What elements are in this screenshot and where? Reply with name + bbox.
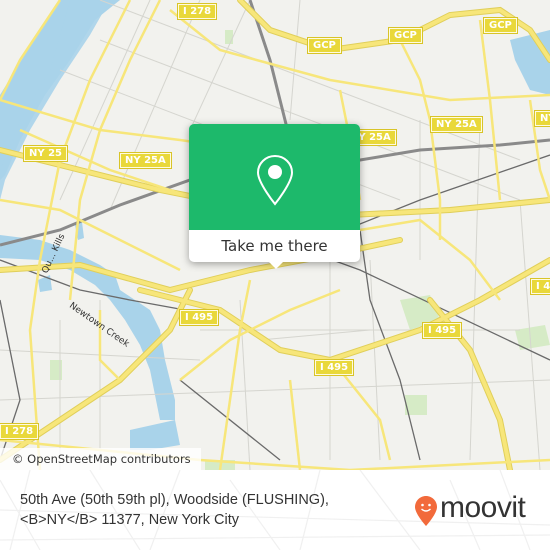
newtown-creek — [0, 235, 175, 420]
road-shield-i278: I 278 — [0, 424, 39, 439]
moovit-wordmark: moovit — [440, 491, 526, 524]
road-shield-ny25a: NY 25A — [431, 117, 482, 132]
road-shield-i278: I 278 — [178, 4, 217, 19]
map-attribution[interactable]: © OpenStreetMap contributors — [0, 448, 201, 470]
address-line-2: <B>NY</B> 11377, New York City — [20, 512, 239, 528]
road-shield-gcp: GCP — [389, 28, 422, 43]
take-me-there-button[interactable]: Take me there — [189, 230, 360, 262]
road-shield-ny25a: NY 25A — [120, 153, 171, 168]
location-pin-icon — [256, 154, 294, 206]
popup-pointer — [267, 260, 285, 269]
road-shield-ny25: NY 25 — [24, 146, 68, 161]
address-line-1: 50th Ave (50th 59th pl), Woodside (FLUSH… — [20, 492, 329, 508]
location-popup: Take me there — [189, 124, 360, 269]
road-shield-i495: I 495 — [315, 360, 354, 375]
address-text: 50th Ave (50th 59th pl), Woodside (FLUSH… — [20, 490, 390, 530]
road-shield-gcp: GCP — [308, 38, 341, 53]
road-shield-i495: I 495 — [531, 279, 550, 294]
road-shield-ny25a: NY 25A — [535, 111, 550, 126]
popup-header — [189, 124, 360, 230]
road-shield-gcp: GCP — [484, 18, 517, 33]
moovit-pin-icon — [415, 496, 437, 526]
moovit-logo[interactable]: moovit — [414, 491, 536, 529]
road-shield-i495: I 495 — [180, 310, 219, 325]
road-shield-i495: I 495 — [423, 323, 462, 338]
